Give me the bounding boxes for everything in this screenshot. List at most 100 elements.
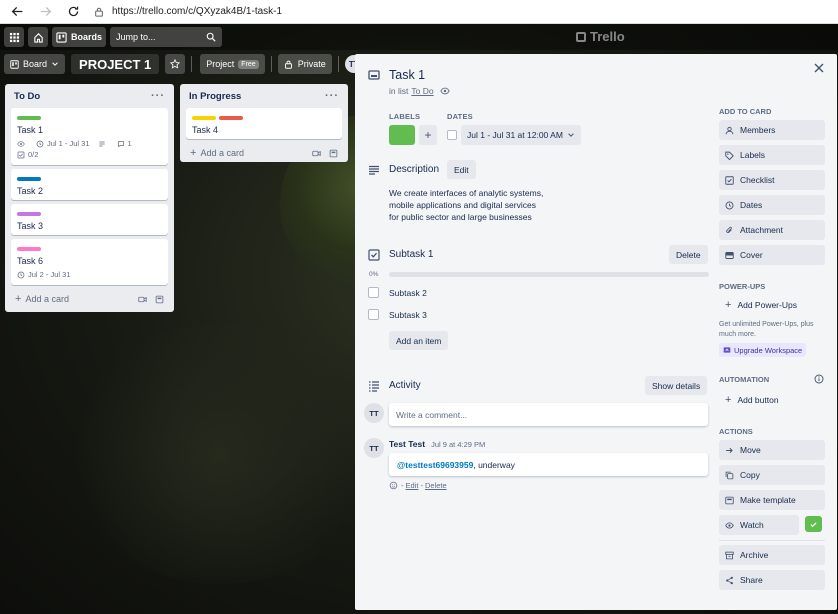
workspace-button[interactable]: Project Free [200,54,265,74]
edit-description-button[interactable]: Edit [447,160,476,179]
description-text[interactable]: We create interfaces of analytic systems… [389,187,589,223]
add-item-button[interactable]: Add an item [389,331,449,350]
watch-label: Watch [740,520,764,530]
trello-logo[interactable]: Trello [576,29,625,44]
comment-input[interactable]: Write a comment... [389,403,708,426]
comment-time[interactable]: Jul 9 at 4:29 PM [431,440,485,449]
comment-mention[interactable]: @testtest69693959 [397,460,473,470]
board-title[interactable]: PROJECT 1 [71,54,160,74]
watch-button[interactable]: Watch [719,515,799,535]
edit-comment-link[interactable]: Edit [406,481,419,490]
add-powerups-button[interactable]: + Add Power-Ups [719,295,825,315]
app-header: Boards Jump to... Trello [0,24,838,50]
back-button[interactable] [6,1,28,23]
trello-logo-text: Trello [590,29,625,44]
label-green[interactable] [389,125,415,145]
visibility-label: Private [297,59,326,69]
share-label: Share [740,575,763,585]
card-task-1[interactable]: Task 1 Jul 1 - Jul 31 1 0/2 [11,108,168,165]
reload-button[interactable] [62,1,84,23]
card-task-6[interactable]: Task 6 Jul 2 - Jul 31 [11,239,168,285]
person-icon [725,126,734,134]
home-button[interactable] [28,27,48,47]
delete-checklist-button[interactable]: Delete [669,245,708,264]
list-menu-icon[interactable]: ··· [151,90,165,102]
checklist-title[interactable]: Subtask 1 [389,249,433,260]
make-template-label: Make template [740,495,796,505]
checklist-icon [368,249,380,261]
copy-label: Copy [740,470,760,480]
dates-button[interactable]: Dates [719,195,825,215]
checklist-item-checkbox[interactable] [368,287,379,298]
template-icon[interactable] [329,149,338,158]
list-menu-icon[interactable]: ··· [325,90,339,102]
make-template-button[interactable]: Make template [719,490,825,510]
progress-percent: 0% [369,271,379,278]
show-details-button[interactable]: Show details [645,376,708,395]
apps-button[interactable] [4,27,24,47]
archive-button[interactable]: Archive [719,545,825,565]
checklist-item[interactable]: Subtask 3 [368,309,427,320]
template-icon[interactable] [155,295,164,304]
search-input[interactable]: Jump to... [110,27,222,47]
dates-button[interactable]: Jul 1 - Jul 31 at 12:00 AM [461,125,581,145]
add-card-button[interactable]: + Add a card [11,289,168,309]
browser-toolbar: https://trello.com/c/QXyzak4B/1-task-1 [0,0,838,24]
address-bar[interactable]: https://trello.com/c/QXyzak4B/1-task-1 [94,2,282,22]
check-icon [810,521,817,527]
emoji-icon[interactable] [389,481,398,490]
visibility-button[interactable]: Private [277,54,332,74]
checklist-item[interactable]: Subtask 2 [368,287,427,298]
arrow-right-icon [726,447,733,453]
labels-button[interactable]: Labels [719,145,825,165]
divider [191,56,193,72]
watch-checkmark[interactable] [805,516,822,532]
camera-icon[interactable] [138,295,147,304]
due-date-badge: Jul 1 - Jul 31 [36,139,90,148]
checklist-button[interactable]: Checklist [719,170,825,190]
add-card-button[interactable]: + Add a card [186,143,342,163]
separator: - [420,481,423,490]
info-icon[interactable] [814,374,824,384]
card-title[interactable]: Task 1 [389,68,425,82]
avatar[interactable]: TT [364,403,384,423]
comment-actions: - Edit - Delete [389,481,449,490]
list-title: To Do [14,90,41,102]
list-link[interactable]: To Do [411,86,433,96]
comment-icon [117,140,124,147]
cover-button[interactable]: Cover [719,245,825,265]
checklist-count: 0/2 [28,150,39,159]
board-view-button[interactable]: Board [4,54,66,74]
card-task-3[interactable]: Task 3 [11,204,168,235]
card-task-4[interactable]: Task 4 [186,108,342,139]
comment-author[interactable]: Test Test [389,439,425,449]
card-title: Task 3 [17,221,44,231]
close-button[interactable] [813,62,827,76]
plus-icon: + [725,394,732,406]
add-label-button[interactable]: + [419,125,437,145]
list-header[interactable]: In Progress ··· [186,88,342,104]
copy-button[interactable]: Copy [719,465,825,485]
add-button-label: Add button [737,395,779,405]
list-header[interactable]: To Do ··· [11,88,168,104]
avatar[interactable]: TT [364,438,384,458]
forward-button[interactable] [34,1,56,23]
add-button-button[interactable]: + Add button [719,390,825,410]
share-button[interactable]: Share [719,570,825,590]
move-button[interactable]: Move [719,440,825,460]
boards-button[interactable]: Boards [52,27,106,47]
powerups-note: Get unlimited Power-Ups, plus much more. [719,321,814,338]
card-task-2[interactable]: Task 2 [11,169,168,200]
camera-icon[interactable] [312,149,321,158]
members-button[interactable]: Members [719,120,825,140]
delete-comment-link[interactable]: Delete [425,481,447,490]
upgrade-workspace-button[interactable]: Upgrade Workspace [719,343,807,357]
activity-heading: Activity [389,380,421,391]
star-button[interactable] [165,54,186,74]
checklist-item-checkbox[interactable] [368,309,379,320]
dates-complete-checkbox[interactable] [447,130,457,140]
attachment-button[interactable]: Attachment [719,220,825,240]
board-view-label: Board [23,59,48,69]
card-title: Task 6 [17,256,44,266]
add-powerups-label: Add Power-Ups [737,300,797,310]
